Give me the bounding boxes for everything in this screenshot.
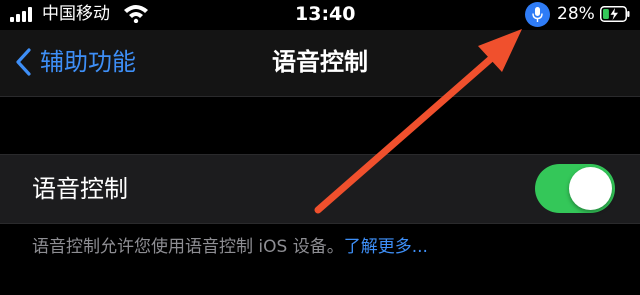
- learn-more-link[interactable]: 了解更多...: [344, 237, 428, 257]
- microphone-icon: [525, 2, 550, 27]
- wifi-icon: [124, 5, 148, 23]
- voice-control-label: 语音控制: [32, 175, 128, 203]
- voice-control-cell: 语音控制: [0, 154, 640, 224]
- status-bar: 中国移动 13:40 28%: [0, 0, 640, 30]
- carrier-name: 中国移动: [42, 4, 110, 24]
- page-title: 语音控制: [272, 48, 368, 76]
- navigation-bar: 辅助功能 语音控制: [0, 30, 640, 97]
- voice-control-toggle[interactable]: [535, 164, 615, 213]
- screen: 中国移动 13:40 28% 辅助功能 语音控制 语音控制 语音控制允许您使用语…: [0, 0, 640, 295]
- footer-description: 语音控制允许您使用语音控制 iOS 设备。: [32, 237, 344, 257]
- signal-icon: [10, 6, 36, 22]
- section-spacer: [0, 97, 640, 154]
- battery-charging-icon: [600, 6, 630, 22]
- toggle-knob: [569, 167, 612, 210]
- battery-percent: 28%: [557, 4, 595, 24]
- status-time: 13:40: [295, 3, 356, 25]
- voice-control-footer: 语音控制允许您使用语音控制 iOS 设备。了解更多...: [32, 235, 428, 259]
